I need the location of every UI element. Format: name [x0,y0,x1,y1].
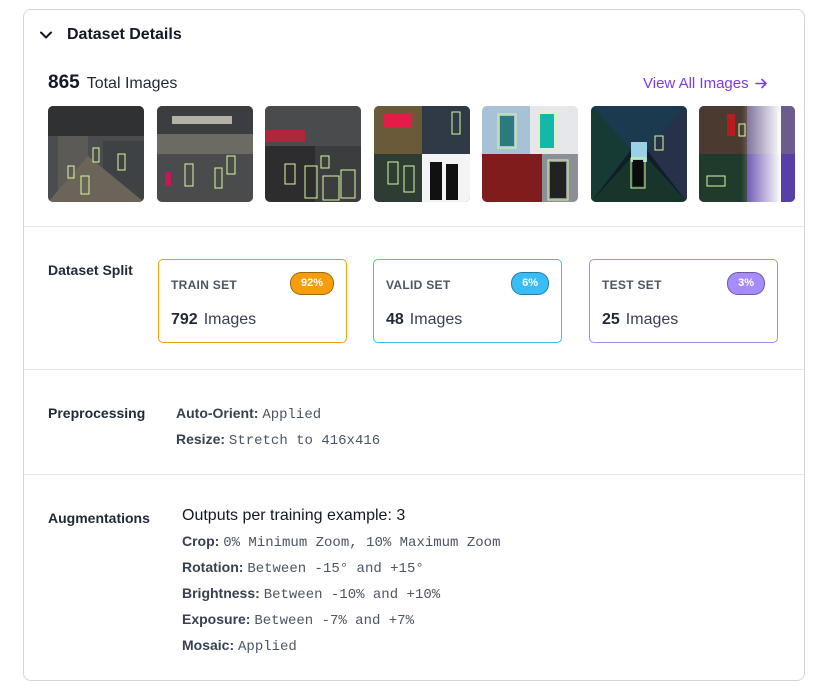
thumbnail-image[interactable] [482,106,578,202]
test-set-count-value: 25 [602,311,620,328]
train-set-card[interactable]: TRAIN SET 92% 792 Images [158,259,347,343]
valid-set-count-unit: Images [409,311,463,328]
test-set-name: TEST SET [602,278,662,292]
augmentations-label: Augmentations [48,510,150,526]
chevron-down-icon[interactable] [39,28,53,42]
augmentation-key: Exposure: [182,611,251,627]
augmentation-key: Brightness: [182,585,260,601]
preprocessing-item-auto-orient: Auto-Orient: Applied [176,405,321,423]
augmentation-value: Between -7% and +7% [254,613,414,629]
augmentation-value: Between -15° and +15° [247,561,424,577]
preprocessing-label: Preprocessing [48,405,146,421]
augmentation-outputs: Outputs per training example: 3 [182,507,406,524]
preprocessing-key: Resize: [176,431,226,447]
arrow-right-icon [754,78,767,89]
thumbnail-image[interactable] [591,106,687,202]
augmentation-key: Crop: [182,533,220,549]
divider [24,369,804,370]
augmentation-item-rotation: Rotation: Between -15° and +15° [182,559,424,577]
view-all-images-label: View All Images [643,75,749,92]
preprocessing-item-resize: Resize: Stretch to 416x416 [176,431,380,449]
train-set-count-value: 792 [171,311,198,328]
augmentation-key: Rotation: [182,559,244,575]
augmentation-value: 0% Minimum Zoom, 10% Maximum Zoom [223,535,501,551]
test-set-percent-badge: 3% [727,272,765,295]
train-set-count: 792 Images [171,311,256,329]
total-images: 865 Total Images [48,72,177,94]
train-set-percent-badge: 92% [289,272,334,295]
preprocessing-value: Stretch to 416x416 [228,433,381,449]
total-images-count: 865 [48,72,80,93]
image-thumbnails [48,106,795,202]
augmentation-key: Mosaic: [182,637,235,653]
divider [24,226,804,227]
valid-set-name: VALID SET [386,278,451,292]
train-set-name: TRAIN SET [171,278,238,292]
augmentation-item-brightness: Brightness: Between -10% and +10% [182,585,440,603]
preprocessing-value: Applied [262,407,322,423]
thumbnails-fade-overlay [741,106,781,202]
test-set-count-unit: Images [625,311,679,328]
dataset-details-card: Dataset Details 865 Total Images View Al… [23,9,805,681]
augmentation-item-exposure: Exposure: Between -7% and +7% [182,611,414,629]
augmentation-item-mosaic: Mosaic: Applied [182,637,297,655]
valid-set-card[interactable]: VALID SET 6% 48 Images [373,259,562,343]
train-set-count-unit: Images [203,311,257,328]
test-set-count: 25 Images [602,311,678,329]
valid-set-count-value: 48 [386,311,404,328]
valid-set-count: 48 Images [386,311,462,329]
thumbnail-image[interactable] [157,106,253,202]
view-all-images-link[interactable]: View All Images [643,75,768,92]
dataset-split-label: Dataset Split [48,262,133,278]
divider [24,474,804,475]
section-title: Dataset Details [67,26,182,43]
thumbnail-image[interactable] [48,106,144,202]
preprocessing-key: Auto-Orient: [176,405,259,421]
thumbnail-image[interactable] [374,106,470,202]
valid-set-percent-badge: 6% [511,272,549,295]
total-images-label: Total Images [86,75,178,92]
dataset-details-header[interactable]: Dataset Details [39,24,182,46]
augmentation-value: Applied [238,639,297,655]
augmentation-value: Between -10% and +10% [263,587,441,603]
test-set-card[interactable]: TEST SET 3% 25 Images [589,259,778,343]
augmentation-item-crop: Crop: 0% Minimum Zoom, 10% Maximum Zoom [182,533,500,551]
thumbnail-image[interactable] [265,106,361,202]
